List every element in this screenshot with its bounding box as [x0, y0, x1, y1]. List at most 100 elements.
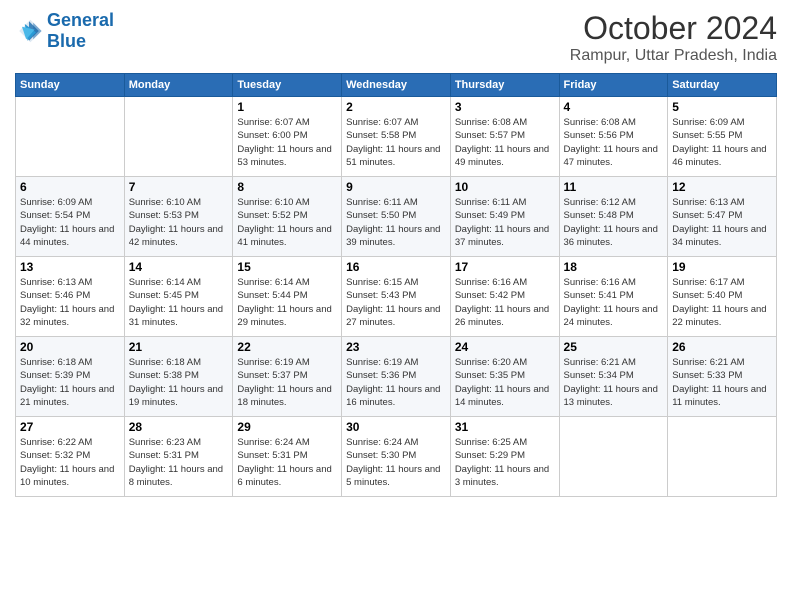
day-number: 21 [129, 340, 229, 354]
day-info: Sunrise: 6:07 AMSunset: 5:58 PMDaylight:… [346, 116, 446, 169]
day-info: Sunrise: 6:16 AMSunset: 5:41 PMDaylight:… [564, 276, 664, 329]
day-info: Sunrise: 6:15 AMSunset: 5:43 PMDaylight:… [346, 276, 446, 329]
day-number: 23 [346, 340, 446, 354]
calendar-cell [124, 97, 233, 177]
day-info: Sunrise: 6:18 AMSunset: 5:38 PMDaylight:… [129, 356, 229, 409]
day-number: 12 [672, 180, 772, 194]
calendar-cell: 12 Sunrise: 6:13 AMSunset: 5:47 PMDayligh… [668, 177, 777, 257]
day-number: 2 [346, 100, 446, 114]
day-number: 13 [20, 260, 120, 274]
day-info: Sunrise: 6:22 AMSunset: 5:32 PMDaylight:… [20, 436, 120, 489]
calendar-cell: 22Sunrise: 6:19 AMSunset: 5:37 PMDayligh… [233, 337, 342, 417]
calendar-week-4: 27 Sunrise: 6:22 AMSunset: 5:32 PMDayligh… [16, 417, 777, 497]
calendar-cell: 25 Sunrise: 6:21 AMSunset: 5:34 PMDayligh… [559, 337, 668, 417]
day-number: 3 [455, 100, 555, 114]
day-info: Sunrise: 6:09 AMSunset: 5:54 PMDaylight:… [20, 196, 120, 249]
col-friday: Friday [559, 74, 668, 97]
title-area: October 2024 Rampur, Uttar Pradesh, Indi… [570, 10, 777, 65]
day-number: 18 [564, 260, 664, 274]
day-number: 22 [237, 340, 337, 354]
day-number: 5 [672, 100, 772, 114]
logo-icon [15, 17, 43, 45]
calendar-cell: 3Sunrise: 6:08 AMSunset: 5:57 PMDaylight… [450, 97, 559, 177]
calendar-cell: 28Sunrise: 6:23 AMSunset: 5:31 PMDayligh… [124, 417, 233, 497]
calendar-cell: 30 Sunrise: 6:24 AMSunset: 5:30 PMDayligh… [342, 417, 451, 497]
day-number: 9 [346, 180, 446, 194]
calendar-cell: 21 Sunrise: 6:18 AMSunset: 5:38 PMDayligh… [124, 337, 233, 417]
day-info: Sunrise: 6:17 AMSunset: 5:40 PMDaylight:… [672, 276, 772, 329]
day-number: 30 [346, 420, 446, 434]
calendar-cell: 31Sunrise: 6:25 AMSunset: 5:29 PMDayligh… [450, 417, 559, 497]
calendar-week-0: 1 Sunrise: 6:07 AMSunset: 6:00 PMDaylight… [16, 97, 777, 177]
day-number: 17 [455, 260, 555, 274]
calendar-cell: 14 Sunrise: 6:14 AMSunset: 5:45 PMDayligh… [124, 257, 233, 337]
calendar: Sunday Monday Tuesday Wednesday Thursday… [15, 73, 777, 497]
day-number: 1 [237, 100, 337, 114]
calendar-cell: 29 Sunrise: 6:24 AMSunset: 5:31 PMDayligh… [233, 417, 342, 497]
calendar-cell: 13 Sunrise: 6:13 AMSunset: 5:46 PMDayligh… [16, 257, 125, 337]
calendar-cell: 11 Sunrise: 6:12 AMSunset: 5:48 PMDayligh… [559, 177, 668, 257]
day-info: Sunrise: 6:24 AMSunset: 5:30 PMDaylight:… [346, 436, 446, 489]
page: General Blue October 2024 Rampur, Uttar … [0, 0, 792, 612]
calendar-cell: 17 Sunrise: 6:16 AMSunset: 5:42 PMDayligh… [450, 257, 559, 337]
header-row: Sunday Monday Tuesday Wednesday Thursday… [16, 74, 777, 97]
day-number: 27 [20, 420, 120, 434]
day-number: 15 [237, 260, 337, 274]
day-info: Sunrise: 6:14 AMSunset: 5:45 PMDaylight:… [129, 276, 229, 329]
calendar-week-2: 13 Sunrise: 6:13 AMSunset: 5:46 PMDayligh… [16, 257, 777, 337]
day-number: 8 [237, 180, 337, 194]
day-number: 26 [672, 340, 772, 354]
day-number: 16 [346, 260, 446, 274]
logo: General Blue [15, 10, 114, 52]
day-number: 20 [20, 340, 120, 354]
calendar-cell: 9 Sunrise: 6:11 AMSunset: 5:50 PMDaylight… [342, 177, 451, 257]
location-title: Rampur, Uttar Pradesh, India [570, 47, 777, 65]
day-info: Sunrise: 6:19 AMSunset: 5:36 PMDaylight:… [346, 356, 446, 409]
calendar-cell: 20Sunrise: 6:18 AMSunset: 5:39 PMDayligh… [16, 337, 125, 417]
day-number: 10 [455, 180, 555, 194]
calendar-week-3: 20Sunrise: 6:18 AMSunset: 5:39 PMDayligh… [16, 337, 777, 417]
day-number: 29 [237, 420, 337, 434]
calendar-cell: 6 Sunrise: 6:09 AMSunset: 5:54 PMDaylight… [16, 177, 125, 257]
day-info: Sunrise: 6:07 AMSunset: 6:00 PMDaylight:… [237, 116, 337, 169]
day-number: 19 [672, 260, 772, 274]
day-number: 25 [564, 340, 664, 354]
day-info: Sunrise: 6:13 AMSunset: 5:46 PMDaylight:… [20, 276, 120, 329]
day-info: Sunrise: 6:09 AMSunset: 5:55 PMDaylight:… [672, 116, 772, 169]
day-info: Sunrise: 6:12 AMSunset: 5:48 PMDaylight:… [564, 196, 664, 249]
calendar-header: Sunday Monday Tuesday Wednesday Thursday… [16, 74, 777, 97]
calendar-cell: 8 Sunrise: 6:10 AMSunset: 5:52 PMDaylight… [233, 177, 342, 257]
calendar-cell: 1 Sunrise: 6:07 AMSunset: 6:00 PMDaylight… [233, 97, 342, 177]
col-tuesday: Tuesday [233, 74, 342, 97]
day-number: 14 [129, 260, 229, 274]
day-info: Sunrise: 6:16 AMSunset: 5:42 PMDaylight:… [455, 276, 555, 329]
day-number: 24 [455, 340, 555, 354]
calendar-week-1: 6 Sunrise: 6:09 AMSunset: 5:54 PMDaylight… [16, 177, 777, 257]
day-info: Sunrise: 6:11 AMSunset: 5:50 PMDaylight:… [346, 196, 446, 249]
day-number: 6 [20, 180, 120, 194]
calendar-cell [16, 97, 125, 177]
day-info: Sunrise: 6:14 AMSunset: 5:44 PMDaylight:… [237, 276, 337, 329]
day-number: 31 [455, 420, 555, 434]
day-info: Sunrise: 6:20 AMSunset: 5:35 PMDaylight:… [455, 356, 555, 409]
col-thursday: Thursday [450, 74, 559, 97]
day-info: Sunrise: 6:21 AMSunset: 5:33 PMDaylight:… [672, 356, 772, 409]
day-number: 4 [564, 100, 664, 114]
day-info: Sunrise: 6:13 AMSunset: 5:47 PMDaylight:… [672, 196, 772, 249]
logo-text: General Blue [47, 10, 114, 52]
day-info: Sunrise: 6:11 AMSunset: 5:49 PMDaylight:… [455, 196, 555, 249]
day-number: 28 [129, 420, 229, 434]
header: General Blue October 2024 Rampur, Uttar … [15, 10, 777, 65]
calendar-cell: 19 Sunrise: 6:17 AMSunset: 5:40 PMDayligh… [668, 257, 777, 337]
day-number: 11 [564, 180, 664, 194]
day-number: 7 [129, 180, 229, 194]
day-info: Sunrise: 6:10 AMSunset: 5:53 PMDaylight:… [129, 196, 229, 249]
day-info: Sunrise: 6:10 AMSunset: 5:52 PMDaylight:… [237, 196, 337, 249]
day-info: Sunrise: 6:21 AMSunset: 5:34 PMDaylight:… [564, 356, 664, 409]
day-info: Sunrise: 6:24 AMSunset: 5:31 PMDaylight:… [237, 436, 337, 489]
calendar-cell: 5 Sunrise: 6:09 AMSunset: 5:55 PMDaylight… [668, 97, 777, 177]
calendar-cell [668, 417, 777, 497]
calendar-cell: 26 Sunrise: 6:21 AMSunset: 5:33 PMDayligh… [668, 337, 777, 417]
day-info: Sunrise: 6:08 AMSunset: 5:56 PMDaylight:… [564, 116, 664, 169]
calendar-cell: 24 Sunrise: 6:20 AMSunset: 5:35 PMDayligh… [450, 337, 559, 417]
